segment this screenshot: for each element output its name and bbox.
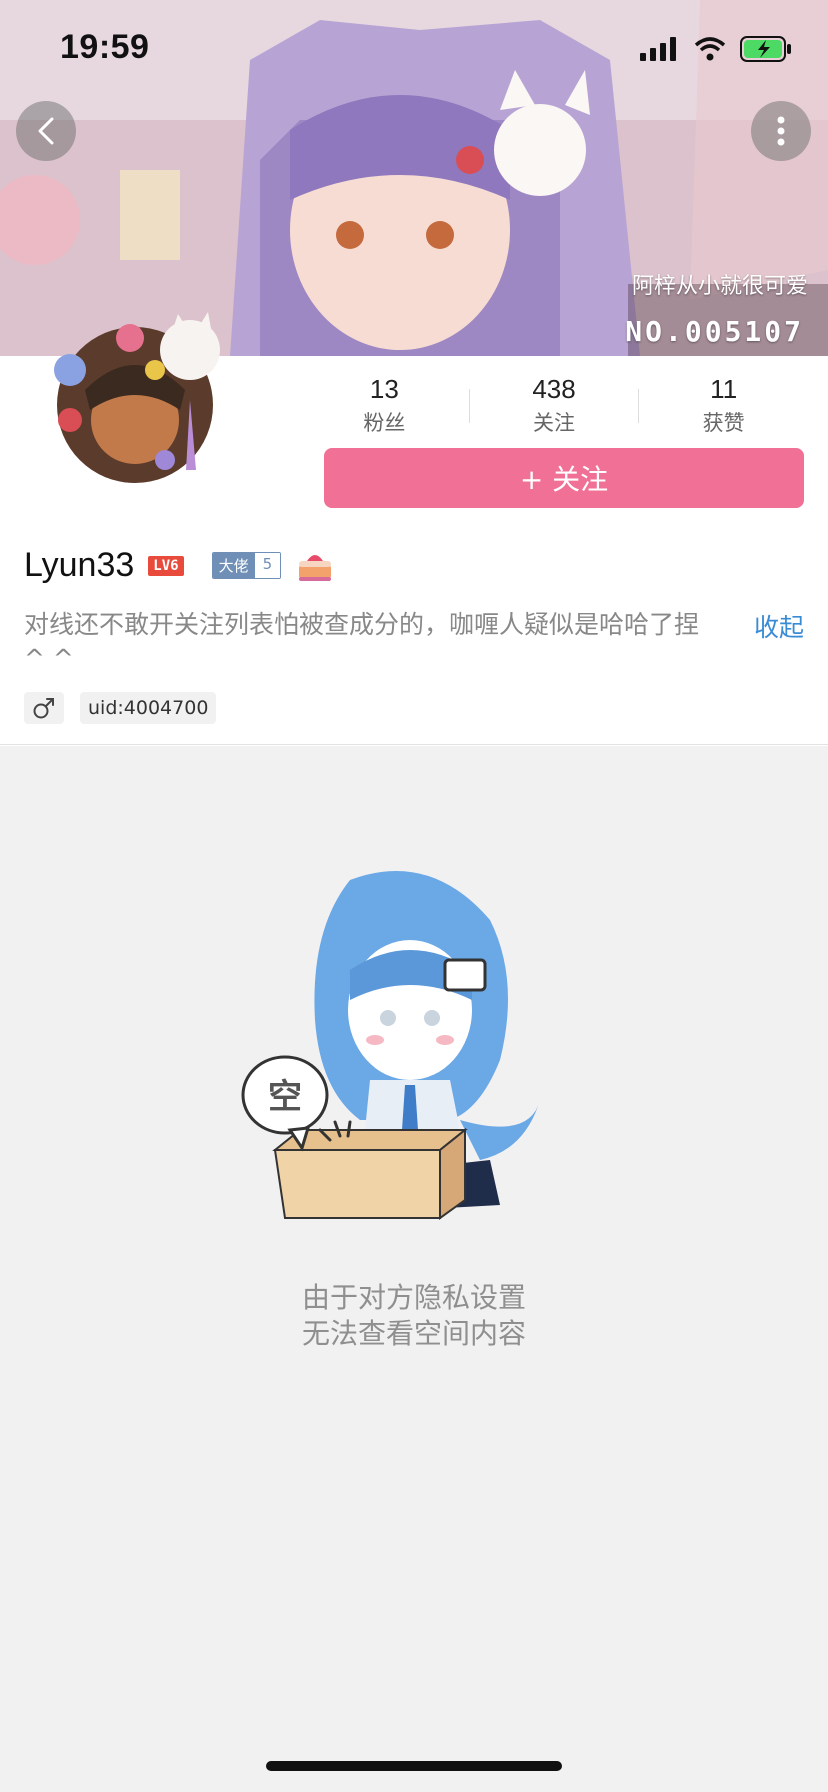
avatar[interactable] bbox=[40, 310, 230, 500]
more-button[interactable] bbox=[751, 101, 811, 161]
battery-icon bbox=[740, 36, 791, 62]
rank-badge[interactable]: 大佬 5 bbox=[211, 552, 282, 579]
banner-number: NO.005107 bbox=[625, 315, 804, 348]
home-indicator bbox=[266, 1761, 562, 1771]
username-row: Lyun33 LV6 大佬 5 bbox=[24, 546, 335, 585]
empty-message-line2: 无法查看空间内容 bbox=[301, 1317, 526, 1350]
follow-button[interactable]: + 关注 bbox=[324, 448, 804, 508]
uid-tag[interactable]: uid:4004700 bbox=[80, 692, 217, 724]
stat-following[interactable]: 438 关注 bbox=[470, 374, 639, 437]
back-button[interactable] bbox=[16, 101, 76, 161]
likes-count: 11 bbox=[710, 374, 738, 404]
empty-state-illustration: 空 bbox=[241, 871, 540, 1220]
chevron-left-icon bbox=[38, 117, 54, 145]
banner-caption: 阿梓从小就很可爱 bbox=[631, 274, 808, 299]
collapse-link[interactable]: 收起 bbox=[754, 608, 804, 644]
rank-name: 大佬 bbox=[212, 553, 255, 578]
profile-section: 13 粉丝 438 关注 11 获赞 + 关注 Lyun33 LV6 大佬 5 … bbox=[0, 312, 828, 746]
following-label: 关注 bbox=[533, 411, 575, 435]
fans-label: 粉丝 bbox=[363, 411, 406, 435]
status-bar: 19:59 bbox=[0, 0, 828, 100]
fans-count: 13 bbox=[369, 374, 399, 404]
male-icon bbox=[33, 698, 54, 719]
stat-likes[interactable]: 11 获赞 bbox=[639, 374, 808, 437]
level-badge: LV6 bbox=[148, 555, 184, 576]
section-divider bbox=[0, 744, 828, 745]
wifi-icon bbox=[694, 37, 726, 61]
empty-message-line1: 由于对方隐私设置 bbox=[301, 1281, 526, 1314]
bio-text: 对线还不敢开关注列表怕被查成分的，咖喱人疑似是哈哈了捏 ^ ^ bbox=[24, 610, 700, 673]
bubble-text: 空 bbox=[268, 1077, 302, 1117]
username: Lyun33 bbox=[24, 546, 135, 584]
cake-icon[interactable] bbox=[295, 549, 335, 583]
more-vertical-icon bbox=[777, 116, 785, 146]
rank-level: 5 bbox=[254, 553, 281, 578]
user-tags: uid:4004700 bbox=[24, 692, 217, 724]
following-count: 438 bbox=[532, 374, 576, 404]
empty-message: 由于对方隐私设置 无法查看空间内容 bbox=[0, 1280, 828, 1352]
likes-label: 获赞 bbox=[702, 411, 745, 435]
status-icons bbox=[640, 36, 792, 62]
status-time: 19:59 bbox=[60, 28, 150, 66]
stat-fans[interactable]: 13 粉丝 bbox=[300, 374, 469, 437]
gender-tag bbox=[24, 692, 64, 724]
stats-row: 13 粉丝 438 关注 11 获赞 bbox=[300, 374, 808, 437]
signal-icon bbox=[640, 37, 676, 61]
